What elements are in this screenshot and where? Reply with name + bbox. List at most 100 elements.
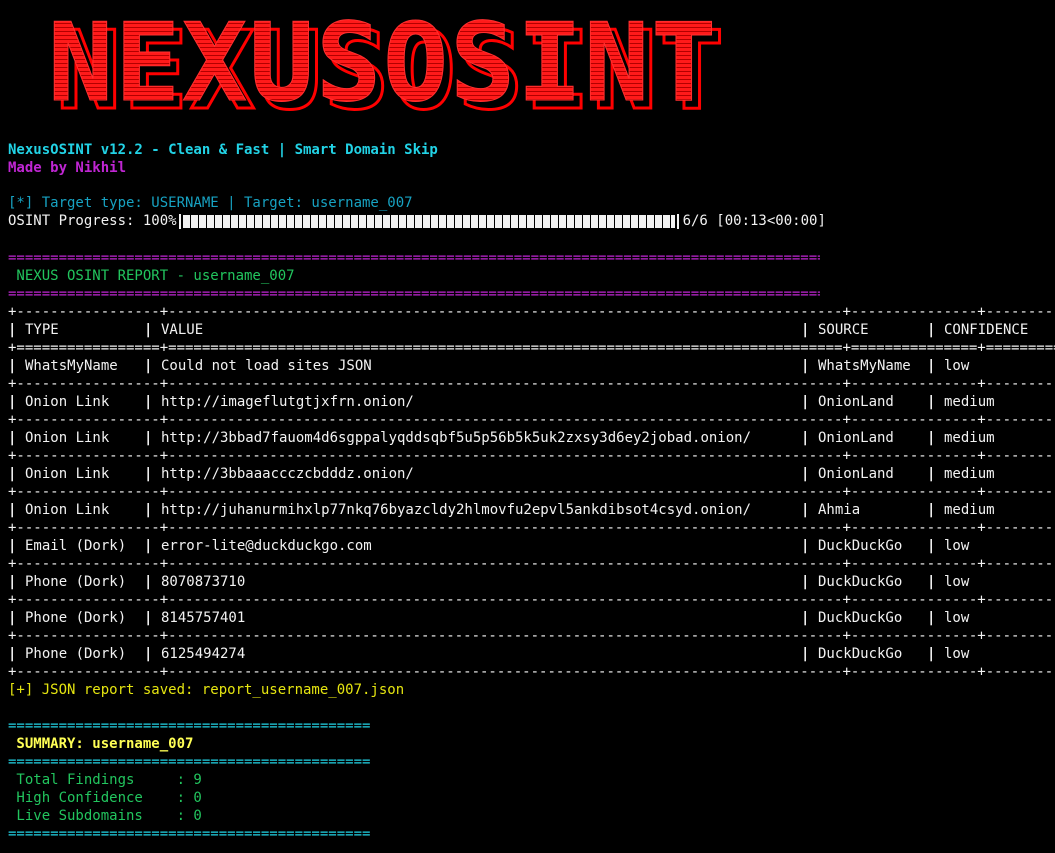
- cell-type: Email (Dork): [25, 538, 127, 554]
- table-row: | | | | Phone (Dork) 8145757401 DuckDuckGo low: [8, 609, 1055, 627]
- report-divider-bottom: ========================================…: [8, 286, 820, 302]
- cell-confidence: low: [944, 574, 970, 590]
- table-row-divider: +-----------------+---------------------…: [8, 592, 1055, 608]
- report-title: NEXUS OSINT REPORT - username_007: [8, 268, 295, 284]
- cell-source: DuckDuckGo: [818, 538, 903, 554]
- column-separator: |: [144, 322, 153, 338]
- table-row: | | | | Phone (Dork) 6125494274 DuckDuckGo low: [8, 645, 1055, 663]
- cell-type: Onion Link: [25, 502, 110, 518]
- table-row-divider: +-----------------+---------------------…: [8, 628, 1055, 644]
- column-separator: |: [144, 574, 153, 590]
- column-separator: |: [927, 430, 936, 446]
- table-row: | | | | Onion Link http://imageflutgtjxfrn.on…: [8, 393, 1055, 411]
- cell-type: Phone (Dork): [25, 574, 127, 590]
- cell-source: DuckDuckGo: [818, 610, 903, 626]
- cell-confidence: medium: [944, 502, 995, 518]
- summary-divider-mid: ========================================…: [8, 754, 370, 770]
- cell-type: WhatsMyName: [25, 358, 118, 374]
- cell-type: Phone (Dork): [25, 646, 127, 662]
- column-separator: |: [8, 646, 17, 662]
- table-row: | | | | Email (Dork) error-lite@duckduckgo.co…: [8, 537, 1055, 555]
- cell-value: error-lite@duckduckgo.com: [161, 538, 372, 554]
- nexusosint-logo: NEXUSOSINT NEXUSOSINT: [8, 4, 1055, 124]
- cell-confidence: low: [944, 358, 970, 374]
- column-separator: |: [144, 430, 153, 446]
- column-separator: |: [801, 646, 810, 662]
- column-separator: |: [144, 538, 153, 554]
- table-row-divider: +-----------------+---------------------…: [8, 412, 1055, 428]
- column-separator: |: [144, 358, 153, 374]
- cell-confidence: low: [944, 610, 970, 626]
- column-separator: |: [801, 574, 810, 590]
- table-header-row: | | | | TYPE VALUE SOURCE CONFIDENCE: [8, 321, 1055, 339]
- header-confidence: CONFIDENCE: [944, 322, 1029, 338]
- column-separator: |: [801, 322, 810, 338]
- cell-source: OnionLand: [818, 394, 894, 410]
- cell-confidence: low: [944, 538, 970, 554]
- cell-source: DuckDuckGo: [818, 574, 903, 590]
- column-separator: |: [801, 430, 810, 446]
- column-separator: |: [801, 610, 810, 626]
- cell-value: http://3bbad7fauom4d6sgppalyqddsqbf5u5p5…: [161, 430, 752, 446]
- table-row: | | | | Onion Link http://3bbaaaccczcbdddz.on…: [8, 465, 1055, 483]
- cell-source: WhatsMyName: [818, 358, 911, 374]
- cell-source: OnionLand: [818, 430, 894, 446]
- column-separator: |: [801, 538, 810, 554]
- column-separator: |: [927, 502, 936, 518]
- version-line: NexusOSINT v12.2 - Clean & Fast | Smart …: [8, 142, 438, 158]
- summary-divider-bottom: ========================================…: [8, 826, 370, 842]
- table-row-divider: +-----------------+---------------------…: [8, 484, 1055, 500]
- progress-label: OSINT Progress: 100%: [8, 213, 177, 229]
- table-border-top: +-----------------+---------------------…: [8, 304, 1055, 320]
- table-row: | | | | Onion Link http://3bbad7fauom4d6sgppa…: [8, 429, 1055, 447]
- cell-value: 8070873710: [161, 574, 246, 590]
- summary-total-findings: Total Findings : 9: [8, 772, 202, 788]
- column-separator: |: [801, 394, 810, 410]
- cell-type: Onion Link: [25, 394, 110, 410]
- terminal-window[interactable]: NEXUSOSINT NEXUSOSINT NexusOSINT v12.2 -…: [8, 0, 1055, 853]
- cell-source: OnionLand: [818, 466, 894, 482]
- progress-fill: [182, 214, 675, 228]
- column-separator: |: [927, 538, 936, 554]
- column-separator: |: [927, 646, 936, 662]
- column-separator: |: [8, 358, 17, 374]
- table-row-divider: +-----------------+---------------------…: [8, 664, 1055, 680]
- logo-text: NEXUSOSINT: [48, 4, 718, 124]
- cell-value: http://3bbaaaccczcbdddz.onion/: [161, 466, 414, 482]
- cell-type: Onion Link: [25, 466, 110, 482]
- column-separator: |: [801, 502, 810, 518]
- cell-value: 6125494274: [161, 646, 246, 662]
- credit-line: Made by Nikhil: [8, 160, 127, 176]
- cell-value: 8145757401: [161, 610, 246, 626]
- json-saved-line: [+] JSON report saved: report_username_0…: [8, 682, 405, 698]
- target-line: [*] Target type: USERNAME | Target: user…: [8, 195, 413, 211]
- column-separator: |: [927, 574, 936, 590]
- column-separator: |: [927, 394, 936, 410]
- cell-type: Onion Link: [25, 430, 110, 446]
- column-separator: |: [8, 430, 17, 446]
- header-value: VALUE: [161, 322, 204, 338]
- column-separator: |: [144, 466, 153, 482]
- summary-high-confidence: High Confidence : 0: [8, 790, 202, 806]
- report-divider-top: ========================================…: [8, 250, 820, 266]
- cell-value: http://imageflutgtjxfrn.onion/: [161, 394, 414, 410]
- table-row: | | | | Phone (Dork) 8070873710 DuckDuckGo low: [8, 573, 1055, 591]
- table-row-divider: +-----------------+---------------------…: [8, 556, 1055, 572]
- table-row-divider: +-----------------+---------------------…: [8, 520, 1055, 536]
- column-separator: |: [927, 610, 936, 626]
- column-separator: |: [8, 394, 17, 410]
- cell-source: DuckDuckGo: [818, 646, 903, 662]
- column-separator: |: [8, 574, 17, 590]
- summary-divider-top: ========================================…: [8, 718, 370, 734]
- column-separator: |: [927, 358, 936, 374]
- header-type: TYPE: [25, 322, 59, 338]
- column-separator: |: [8, 502, 17, 518]
- column-separator: |: [144, 394, 153, 410]
- column-separator: |: [144, 610, 153, 626]
- cell-type: Phone (Dork): [25, 610, 127, 626]
- column-separator: |: [144, 502, 153, 518]
- cell-confidence: medium: [944, 430, 995, 446]
- cell-confidence: medium: [944, 394, 995, 410]
- progress-status: 6/6 [00:13<00:00]: [682, 213, 826, 229]
- column-separator: |: [8, 466, 17, 482]
